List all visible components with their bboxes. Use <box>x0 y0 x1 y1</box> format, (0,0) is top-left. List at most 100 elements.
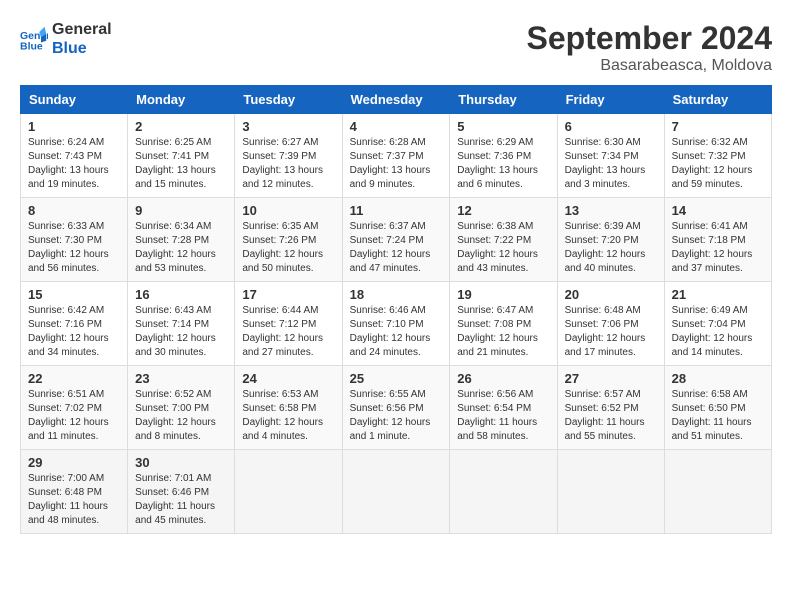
logo-icon: General Blue <box>20 25 48 53</box>
calendar-day-cell: 18 Sunrise: 6:46 AMSunset: 7:10 PMDaylig… <box>342 282 450 366</box>
calendar-day-cell: 23 Sunrise: 6:52 AMSunset: 7:00 PMDaylig… <box>128 366 235 450</box>
calendar-day-cell: 16 Sunrise: 6:43 AMSunset: 7:14 PMDaylig… <box>128 282 235 366</box>
calendar-day-cell <box>664 450 771 534</box>
col-friday: Friday <box>557 86 664 114</box>
day-info: Sunrise: 6:34 AMSunset: 7:28 PMDaylight:… <box>135 220 227 276</box>
day-number: 4 <box>350 119 443 134</box>
day-info: Sunrise: 6:28 AMSunset: 7:37 PMDaylight:… <box>350 136 443 192</box>
col-monday: Monday <box>128 86 235 114</box>
day-number: 30 <box>135 455 227 470</box>
calendar-week-row: 1 Sunrise: 6:24 AMSunset: 7:43 PMDayligh… <box>21 114 772 198</box>
day-number: 2 <box>135 119 227 134</box>
day-info: Sunrise: 6:29 AMSunset: 7:36 PMDaylight:… <box>457 136 549 192</box>
day-info: Sunrise: 6:49 AMSunset: 7:04 PMDaylight:… <box>672 304 764 360</box>
calendar-day-cell: 21 Sunrise: 6:49 AMSunset: 7:04 PMDaylig… <box>664 282 771 366</box>
calendar-day-cell: 10 Sunrise: 6:35 AMSunset: 7:26 PMDaylig… <box>235 198 342 282</box>
calendar-day-cell <box>557 450 664 534</box>
calendar-day-cell: 4 Sunrise: 6:28 AMSunset: 7:37 PMDayligh… <box>342 114 450 198</box>
calendar-day-cell: 19 Sunrise: 6:47 AMSunset: 7:08 PMDaylig… <box>450 282 557 366</box>
day-number: 17 <box>242 287 334 302</box>
calendar-day-cell: 25 Sunrise: 6:55 AMSunset: 6:56 PMDaylig… <box>342 366 450 450</box>
calendar-week-row: 22 Sunrise: 6:51 AMSunset: 7:02 PMDaylig… <box>21 366 772 450</box>
day-number: 12 <box>457 203 549 218</box>
col-sunday: Sunday <box>21 86 128 114</box>
calendar-week-row: 8 Sunrise: 6:33 AMSunset: 7:30 PMDayligh… <box>21 198 772 282</box>
logo: General Blue General Blue <box>20 20 112 58</box>
day-info: Sunrise: 7:00 AMSunset: 6:48 PMDaylight:… <box>28 472 120 528</box>
day-info: Sunrise: 6:41 AMSunset: 7:18 PMDaylight:… <box>672 220 764 276</box>
calendar-day-cell: 12 Sunrise: 6:38 AMSunset: 7:22 PMDaylig… <box>450 198 557 282</box>
calendar-day-cell: 14 Sunrise: 6:41 AMSunset: 7:18 PMDaylig… <box>664 198 771 282</box>
day-number: 5 <box>457 119 549 134</box>
day-info: Sunrise: 6:44 AMSunset: 7:12 PMDaylight:… <box>242 304 334 360</box>
title-area: September 2024 Basarabeasca, Moldova <box>527 20 772 75</box>
calendar-day-cell: 27 Sunrise: 6:57 AMSunset: 6:52 PMDaylig… <box>557 366 664 450</box>
calendar-day-cell: 30 Sunrise: 7:01 AMSunset: 6:46 PMDaylig… <box>128 450 235 534</box>
day-number: 28 <box>672 371 764 386</box>
day-info: Sunrise: 6:55 AMSunset: 6:56 PMDaylight:… <box>350 388 443 444</box>
day-info: Sunrise: 6:48 AMSunset: 7:06 PMDaylight:… <box>565 304 657 360</box>
calendar-day-cell: 5 Sunrise: 6:29 AMSunset: 7:36 PMDayligh… <box>450 114 557 198</box>
day-info: Sunrise: 6:43 AMSunset: 7:14 PMDaylight:… <box>135 304 227 360</box>
calendar-header-row: Sunday Monday Tuesday Wednesday Thursday… <box>21 86 772 114</box>
col-wednesday: Wednesday <box>342 86 450 114</box>
month-year-title: September 2024 <box>527 20 772 57</box>
day-number: 3 <box>242 119 334 134</box>
calendar-day-cell: 2 Sunrise: 6:25 AMSunset: 7:41 PMDayligh… <box>128 114 235 198</box>
day-info: Sunrise: 6:24 AMSunset: 7:43 PMDaylight:… <box>28 136 120 192</box>
calendar-day-cell: 20 Sunrise: 6:48 AMSunset: 7:06 PMDaylig… <box>557 282 664 366</box>
day-number: 25 <box>350 371 443 386</box>
calendar-day-cell <box>450 450 557 534</box>
day-info: Sunrise: 7:01 AMSunset: 6:46 PMDaylight:… <box>135 472 227 528</box>
day-info: Sunrise: 6:30 AMSunset: 7:34 PMDaylight:… <box>565 136 657 192</box>
day-number: 11 <box>350 203 443 218</box>
day-number: 1 <box>28 119 120 134</box>
calendar-day-cell <box>235 450 342 534</box>
day-number: 22 <box>28 371 120 386</box>
day-info: Sunrise: 6:47 AMSunset: 7:08 PMDaylight:… <box>457 304 549 360</box>
day-info: Sunrise: 6:25 AMSunset: 7:41 PMDaylight:… <box>135 136 227 192</box>
day-info: Sunrise: 6:38 AMSunset: 7:22 PMDaylight:… <box>457 220 549 276</box>
calendar-day-cell: 22 Sunrise: 6:51 AMSunset: 7:02 PMDaylig… <box>21 366 128 450</box>
calendar-day-cell: 8 Sunrise: 6:33 AMSunset: 7:30 PMDayligh… <box>21 198 128 282</box>
svg-text:Blue: Blue <box>20 41 43 53</box>
calendar-day-cell: 11 Sunrise: 6:37 AMSunset: 7:24 PMDaylig… <box>342 198 450 282</box>
calendar-day-cell: 17 Sunrise: 6:44 AMSunset: 7:12 PMDaylig… <box>235 282 342 366</box>
day-info: Sunrise: 6:37 AMSunset: 7:24 PMDaylight:… <box>350 220 443 276</box>
calendar-day-cell: 6 Sunrise: 6:30 AMSunset: 7:34 PMDayligh… <box>557 114 664 198</box>
day-number: 19 <box>457 287 549 302</box>
day-number: 10 <box>242 203 334 218</box>
calendar-day-cell: 9 Sunrise: 6:34 AMSunset: 7:28 PMDayligh… <box>128 198 235 282</box>
day-info: Sunrise: 6:32 AMSunset: 7:32 PMDaylight:… <box>672 136 764 192</box>
day-info: Sunrise: 6:27 AMSunset: 7:39 PMDaylight:… <box>242 136 334 192</box>
logo-blue: Blue <box>52 39 112 58</box>
calendar-week-row: 15 Sunrise: 6:42 AMSunset: 7:16 PMDaylig… <box>21 282 772 366</box>
day-number: 8 <box>28 203 120 218</box>
calendar-day-cell: 1 Sunrise: 6:24 AMSunset: 7:43 PMDayligh… <box>21 114 128 198</box>
calendar-day-cell: 15 Sunrise: 6:42 AMSunset: 7:16 PMDaylig… <box>21 282 128 366</box>
day-number: 24 <box>242 371 334 386</box>
day-info: Sunrise: 6:56 AMSunset: 6:54 PMDaylight:… <box>457 388 549 444</box>
day-info: Sunrise: 6:51 AMSunset: 7:02 PMDaylight:… <box>28 388 120 444</box>
logo-general: General <box>52 20 112 39</box>
day-number: 7 <box>672 119 764 134</box>
day-number: 16 <box>135 287 227 302</box>
col-saturday: Saturday <box>664 86 771 114</box>
calendar-week-row: 29 Sunrise: 7:00 AMSunset: 6:48 PMDaylig… <box>21 450 772 534</box>
calendar-day-cell: 24 Sunrise: 6:53 AMSunset: 6:58 PMDaylig… <box>235 366 342 450</box>
day-info: Sunrise: 6:33 AMSunset: 7:30 PMDaylight:… <box>28 220 120 276</box>
day-number: 13 <box>565 203 657 218</box>
day-number: 27 <box>565 371 657 386</box>
day-info: Sunrise: 6:53 AMSunset: 6:58 PMDaylight:… <box>242 388 334 444</box>
day-number: 21 <box>672 287 764 302</box>
day-number: 18 <box>350 287 443 302</box>
day-number: 15 <box>28 287 120 302</box>
day-number: 6 <box>565 119 657 134</box>
calendar-day-cell: 28 Sunrise: 6:58 AMSunset: 6:50 PMDaylig… <box>664 366 771 450</box>
page-header: General Blue General Blue September 2024… <box>20 20 772 75</box>
location-subtitle: Basarabeasca, Moldova <box>527 57 772 75</box>
day-info: Sunrise: 6:58 AMSunset: 6:50 PMDaylight:… <box>672 388 764 444</box>
day-info: Sunrise: 6:35 AMSunset: 7:26 PMDaylight:… <box>242 220 334 276</box>
day-number: 29 <box>28 455 120 470</box>
day-number: 9 <box>135 203 227 218</box>
